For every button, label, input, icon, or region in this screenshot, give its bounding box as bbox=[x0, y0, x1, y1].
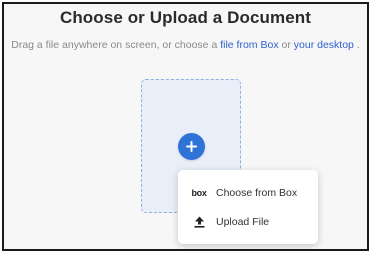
file-from-box-link[interactable]: file from Box bbox=[220, 39, 278, 51]
page-title: Choose or Upload a Document bbox=[59, 8, 312, 27]
instructions-text: Drag a file anywhere on screen, or choos… bbox=[4, 39, 367, 51]
instructions-or: or bbox=[281, 39, 291, 51]
plus-icon bbox=[186, 141, 197, 152]
upload-panel: Choose or Upload a Document Drag a file … bbox=[2, 2, 369, 251]
instructions-prefix: Drag a file anywhere on screen, or choos… bbox=[11, 39, 218, 51]
menu-item-upload-file[interactable]: Upload File bbox=[178, 208, 318, 236]
menu-item-label: Choose from Box bbox=[216, 187, 298, 199]
instructions-suffix: . bbox=[356, 39, 360, 51]
your-desktop-link[interactable]: your desktop bbox=[294, 39, 354, 51]
upload-icon bbox=[191, 216, 207, 228]
menu-item-choose-from-box[interactable]: box Choose from Box bbox=[178, 179, 318, 207]
box-logo-text: box bbox=[191, 188, 207, 198]
add-document-button[interactable] bbox=[178, 133, 205, 160]
upload-options-menu: box Choose from Box Upload File bbox=[178, 170, 318, 244]
box-logo-icon: box bbox=[191, 188, 207, 198]
menu-item-label: Upload File bbox=[216, 216, 270, 228]
